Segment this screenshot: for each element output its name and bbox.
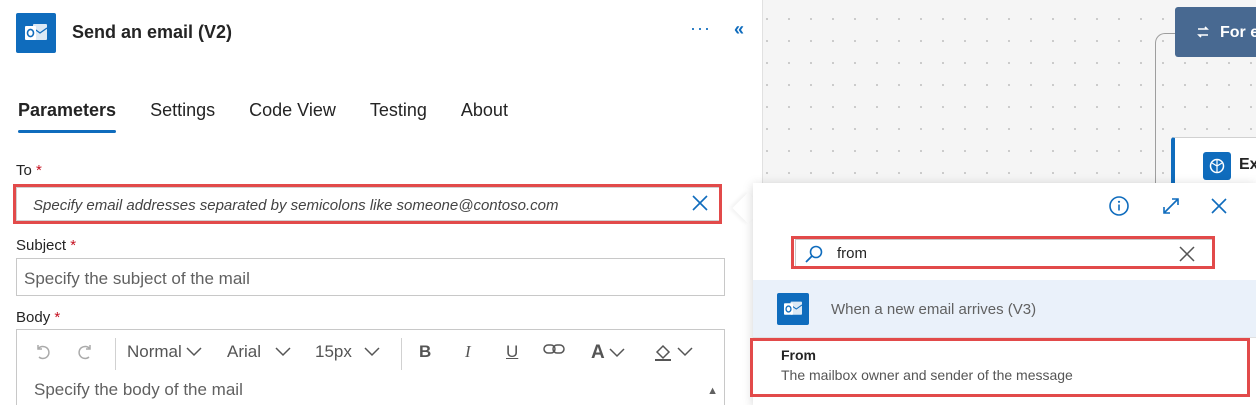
format-value: Normal xyxy=(127,342,182,361)
toolbar-divider xyxy=(115,338,116,370)
toolbar-divider xyxy=(401,338,402,370)
subject-label-text: Subject xyxy=(16,237,67,254)
to-label-text: To xyxy=(16,162,32,179)
bold-button[interactable]: B xyxy=(419,342,431,362)
font-size-value: 15px xyxy=(315,342,352,361)
undo-icon[interactable] xyxy=(33,342,53,362)
body-required-mark: * xyxy=(54,309,61,326)
chevron-down-icon xyxy=(677,347,693,357)
format-dropdown[interactable]: Normal xyxy=(127,342,202,362)
rich-text-toolbar: Normal Arial 15px B I U A xyxy=(17,330,724,378)
link-icon[interactable] xyxy=(543,342,565,356)
subject-field[interactable]: Specify the subject of the mail xyxy=(16,258,725,296)
body-editor[interactable]: Normal Arial 15px B I U A Specify the bo… xyxy=(16,329,725,405)
from-item-highlight xyxy=(750,338,1250,397)
chevron-down-icon xyxy=(275,347,291,357)
to-field-highlight xyxy=(13,184,722,224)
tab-about[interactable]: About xyxy=(461,100,508,133)
foreach-node[interactable]: For e xyxy=(1175,7,1256,57)
chevron-down-icon xyxy=(186,347,202,357)
tab-testing[interactable]: Testing xyxy=(370,100,427,133)
body-label-text: Body xyxy=(16,309,51,326)
chevron-down-icon xyxy=(364,347,380,357)
panel-header: Send an email (V2) ··· « xyxy=(0,0,763,62)
tab-bar: Parameters Settings Code View Testing Ab… xyxy=(18,100,542,133)
chevron-down-icon xyxy=(609,348,625,358)
font-size-dropdown[interactable]: 15px xyxy=(315,342,380,362)
subject-label: Subject * xyxy=(16,237,76,254)
highlight-color-button[interactable] xyxy=(653,342,693,362)
redo-icon[interactable] xyxy=(75,342,95,362)
loop-icon xyxy=(1195,24,1211,45)
search-highlight xyxy=(791,236,1215,269)
close-icon[interactable] xyxy=(1208,195,1230,222)
subject-placeholder: Specify the subject of the mail xyxy=(24,269,250,288)
action-icon xyxy=(1203,152,1231,180)
collapse-panel-button[interactable]: « xyxy=(734,19,744,40)
italic-button[interactable]: I xyxy=(465,342,471,362)
paint-bucket-icon xyxy=(655,344,671,361)
foreach-label: For e xyxy=(1220,24,1256,41)
outlook-icon xyxy=(16,13,56,53)
more-options-button[interactable]: ··· xyxy=(690,18,711,39)
subject-required-mark: * xyxy=(70,237,77,254)
to-required-mark: * xyxy=(36,162,42,179)
body-placeholder: Specify the body of the mail xyxy=(34,380,243,399)
action-card-label: Ex xyxy=(1239,156,1256,173)
font-color-button[interactable]: A xyxy=(591,342,625,364)
font-color-label: A xyxy=(591,342,605,363)
scroll-up-icon[interactable]: ▲ xyxy=(707,385,718,397)
expand-icon[interactable] xyxy=(1160,195,1182,222)
underline-button[interactable]: U xyxy=(506,342,518,362)
tab-settings[interactable]: Settings xyxy=(150,100,215,133)
trigger-group-label: When a new email arrives (V3) xyxy=(831,301,1037,318)
trigger-group-header[interactable]: When a new email arrives (V3) xyxy=(753,280,1256,338)
tab-code-view[interactable]: Code View xyxy=(249,100,336,133)
tab-parameters[interactable]: Parameters xyxy=(18,100,117,133)
to-label: To * xyxy=(16,162,42,179)
outlook-icon xyxy=(777,293,809,325)
panel-title: Send an email (V2) xyxy=(72,22,233,42)
body-label: Body * xyxy=(16,309,60,326)
info-icon[interactable] xyxy=(1108,195,1130,222)
font-dropdown[interactable]: Arial xyxy=(227,342,291,362)
font-value: Arial xyxy=(227,342,262,361)
